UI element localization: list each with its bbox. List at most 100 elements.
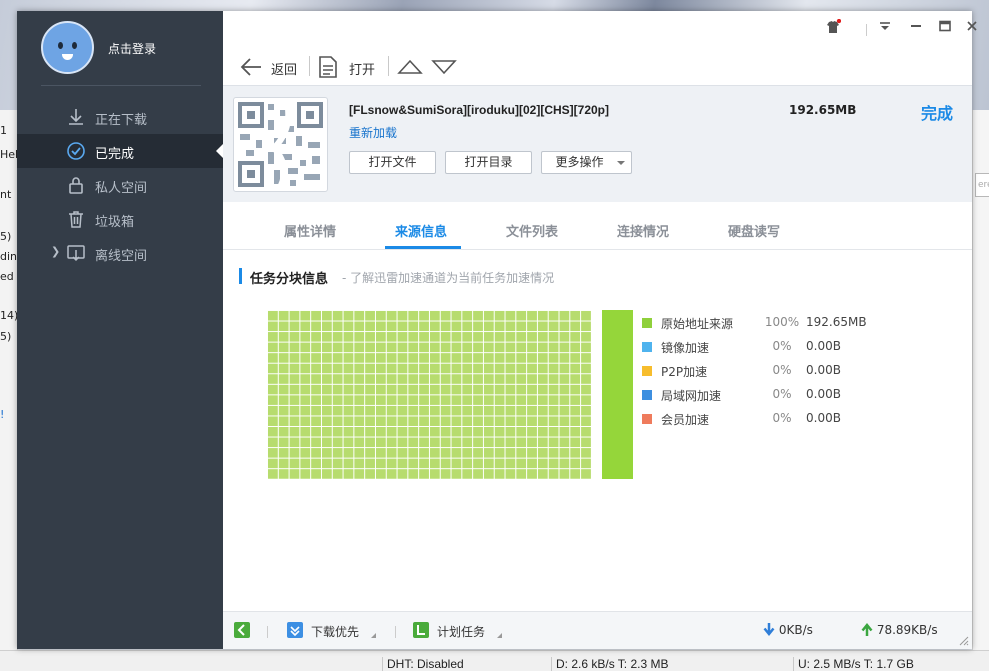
download-icon	[69, 109, 83, 125]
title-bar-controls	[822, 11, 977, 47]
background-text: ed (	[0, 270, 18, 283]
legend-swatch	[642, 414, 652, 424]
upload-speed: 78.89KB/s	[861, 623, 938, 637]
legend-source-name: 会员加速	[661, 413, 710, 427]
background-search-field: ere	[975, 173, 989, 197]
tab-properties[interactable]: 属性详情	[284, 221, 336, 240]
qr-code-icon	[238, 97, 323, 193]
toolbar-separator	[388, 56, 389, 76]
open-directory-button[interactable]: 打开目录	[445, 151, 532, 174]
background-app-right-panel: ere	[972, 110, 989, 650]
menu-button[interactable]	[874, 19, 896, 39]
progress-bar-source	[602, 310, 633, 479]
bottom-separator	[395, 626, 396, 638]
avatar-eye	[72, 42, 77, 49]
legend-swatch	[642, 342, 652, 352]
legend-source-name: 镜像加速	[661, 341, 710, 355]
legend-size: 192.65MB	[806, 315, 867, 329]
triangle-up-icon	[397, 59, 423, 74]
background-status-up: U: 2.5 MB/s T: 1.7 GB	[793, 657, 914, 671]
tab-file-list[interactable]: 文件列表	[506, 221, 558, 240]
back-button[interactable]: 返回	[239, 53, 303, 81]
more-actions-label: 更多操作	[555, 155, 604, 169]
move-up-button[interactable]	[397, 53, 423, 81]
background-status-down: D: 2.6 kB/s T: 2.3 MB	[551, 657, 669, 671]
legend-swatch	[642, 366, 652, 376]
cloud-download-icon	[67, 245, 85, 262]
legend-percent: 100%	[764, 315, 800, 329]
arrow-left-icon	[240, 58, 261, 76]
avatar[interactable]	[41, 21, 94, 74]
chevron-right-icon[interactable]: ❯	[51, 245, 60, 258]
background-status-bar: DHT: Disabled D: 2.6 kB/s T: 2.3 MB U: 2…	[0, 650, 989, 671]
open-button[interactable]: 打开	[318, 53, 382, 81]
background-text: 1	[0, 124, 7, 137]
sidebar-item-label: 私人空间	[95, 181, 148, 196]
legend-percent: 0%	[772, 339, 792, 353]
sidebar-item-label: 离线空间	[95, 249, 148, 264]
background-text: 5)	[0, 330, 12, 343]
legend-row: 镜像加速 0% 0.00B	[642, 339, 882, 355]
legend-size: 0.00B	[806, 387, 841, 401]
legend-source-name: 局域网加速	[661, 389, 722, 403]
legend-source-name: P2P加速	[661, 365, 708, 379]
login-link[interactable]: 点击登录	[108, 40, 156, 57]
task-file-size: 192.65MB	[789, 103, 857, 117]
triangle-down-icon	[431, 60, 457, 75]
minimize-button[interactable]	[905, 19, 927, 39]
task-summary: [FLsnow&SumiSora][iroduku][02][CHS][720p…	[223, 85, 972, 202]
maximize-button[interactable]	[934, 19, 956, 39]
reload-link[interactable]: 重新加载	[349, 124, 397, 141]
sidebar-item-downloading[interactable]: 正在下载	[17, 100, 223, 134]
scheduled-task-button[interactable]: 计划任务	[413, 612, 513, 650]
background-text: 5)	[0, 230, 12, 243]
bottom-bar: 下载优先 计划任务 0KB/s 78.89KB/s	[223, 611, 972, 649]
schedule-icon	[413, 622, 429, 638]
legend-swatch	[642, 318, 652, 328]
open-label: 打开	[349, 63, 376, 78]
minimize-icon	[911, 25, 921, 27]
background-text: !	[0, 408, 5, 421]
chevron-down-icon	[617, 161, 625, 165]
tab-disk-io[interactable]: 硬盘读写	[728, 221, 780, 240]
toolbar-separator	[309, 56, 310, 76]
skin-button[interactable]	[822, 18, 844, 39]
download-speed-value: 0KB/s	[778, 623, 813, 637]
background-app-left-panel: 1 Hel nt 5) din ed ( 14) 5) !	[0, 110, 18, 650]
download-priority-button[interactable]: 下载优先	[287, 612, 387, 650]
chevron-left-icon	[234, 622, 250, 638]
tab-connections[interactable]: 连接情况	[617, 221, 669, 240]
sidebar-item-offline-space[interactable]: ❯ 离线空间	[17, 236, 223, 270]
close-icon	[967, 21, 977, 31]
toolbar: 返回 打开	[223, 47, 972, 85]
document-icon	[319, 56, 337, 78]
sidebar-item-trash[interactable]: 垃圾箱	[17, 202, 223, 236]
open-file-button[interactable]: 打开文件	[349, 151, 436, 174]
close-button[interactable]	[963, 19, 981, 39]
tab-source-info[interactable]: 来源信息	[395, 221, 447, 240]
collapse-button[interactable]	[234, 612, 254, 650]
legend-size: 0.00B	[806, 339, 841, 353]
sidebar-divider	[41, 85, 201, 86]
dropdown-corner-icon	[497, 633, 502, 638]
shirt-icon	[827, 18, 842, 33]
avatar-mouth	[62, 54, 73, 60]
legend-source-name: 原始地址来源	[661, 317, 734, 331]
section-description: - 了解迅雷加速通道为当前任务加速情况	[342, 271, 555, 285]
resize-grip-icon[interactable]	[959, 636, 969, 646]
legend-size: 0.00B	[806, 411, 841, 425]
chunk-grid	[267, 310, 591, 479]
dropdown-corner-icon	[371, 633, 376, 638]
sidebar-item-completed[interactable]: 已完成	[17, 134, 223, 168]
file-thumbnail	[233, 97, 328, 193]
lock-icon	[69, 177, 83, 194]
arrow-down-icon	[763, 623, 775, 636]
download-speed: 0KB/s	[763, 623, 813, 637]
sidebar-item-private-space[interactable]: 私人空间	[17, 168, 223, 202]
more-actions-button[interactable]: 更多操作	[541, 151, 632, 174]
background-text: Hel	[0, 148, 18, 161]
maximize-icon	[939, 20, 951, 32]
legend-percent: 0%	[772, 387, 792, 401]
move-down-button[interactable]	[431, 53, 457, 81]
sidebar: 点击登录 正在下载 已完成 私人空间 垃圾箱 ❯ 离线空间	[17, 11, 223, 649]
